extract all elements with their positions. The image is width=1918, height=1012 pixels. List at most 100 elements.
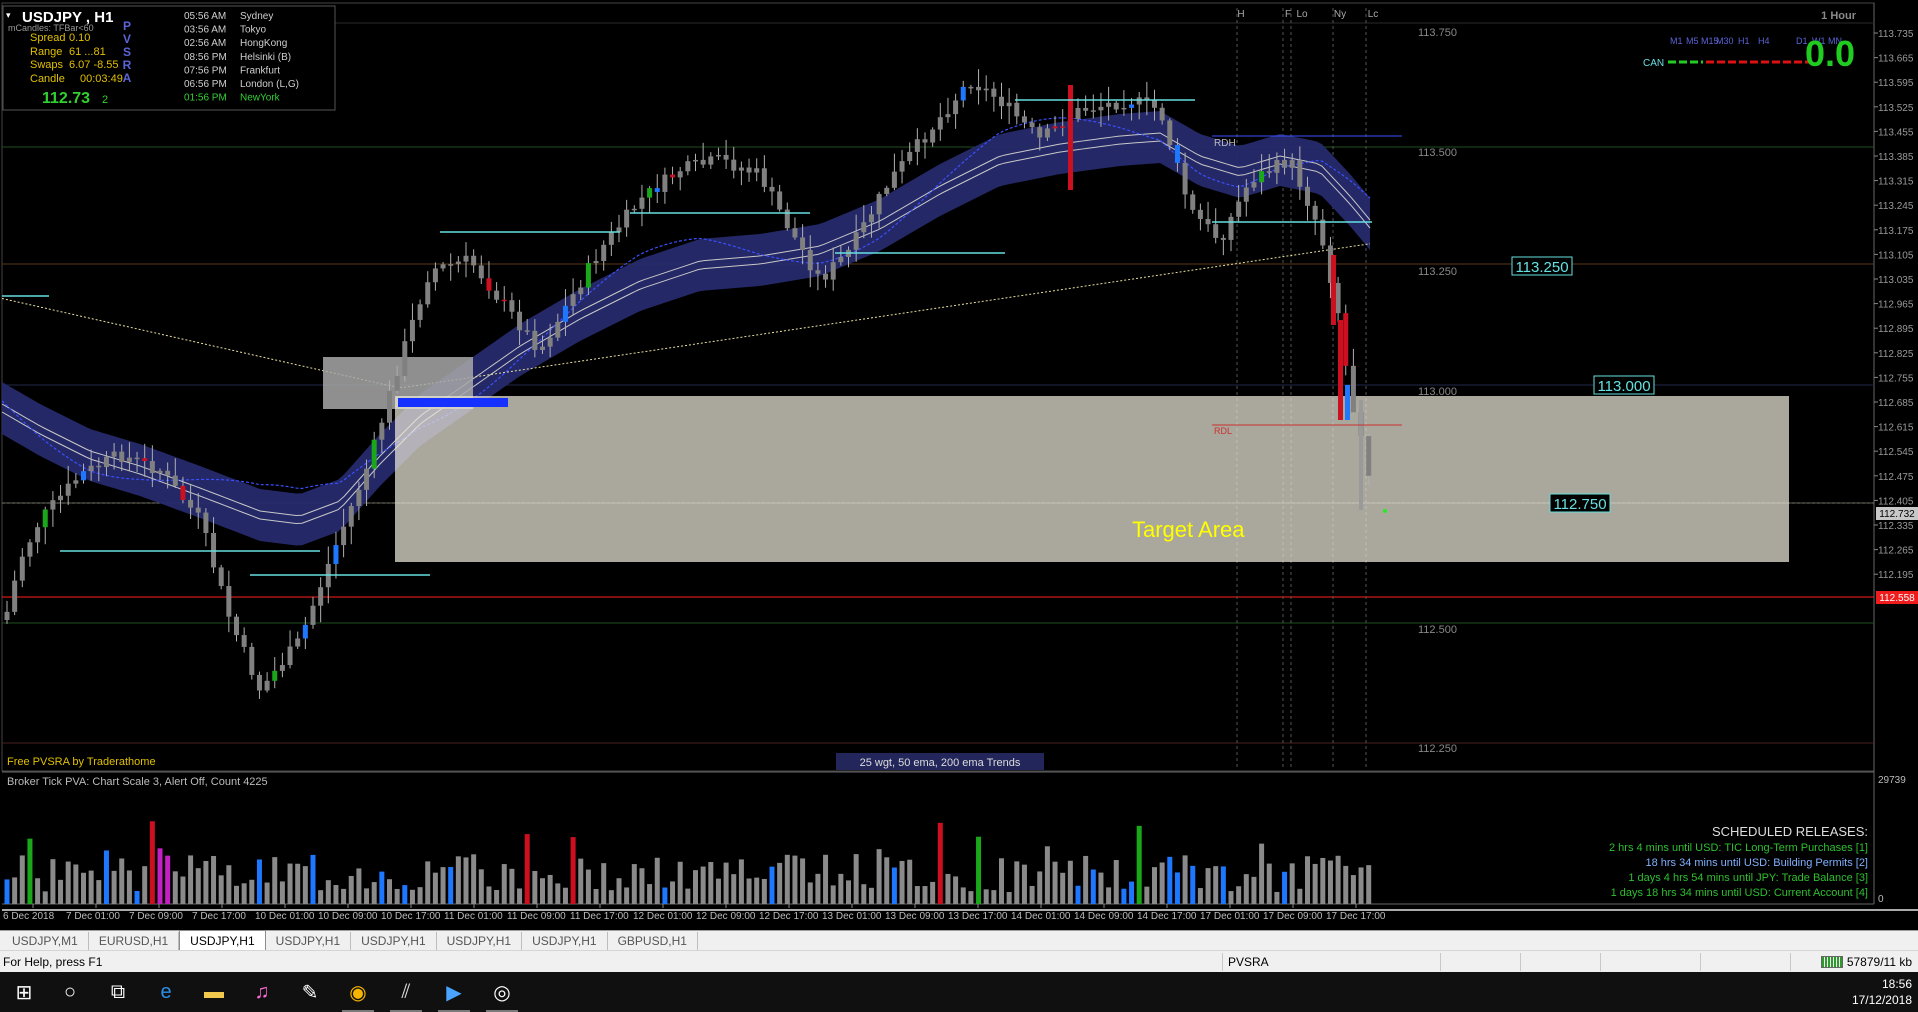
candle-body: [662, 174, 668, 192]
candle-body: [1331, 255, 1336, 325]
collapse-arrow-icon[interactable]: ▾: [6, 10, 11, 20]
candle-body: [960, 86, 966, 101]
task-view-icon[interactable]: ⧉: [94, 972, 142, 1012]
volume-bar: [1113, 860, 1119, 904]
candle-body: [983, 88, 989, 91]
candle-body: [670, 174, 676, 178]
candle-body: [341, 526, 347, 546]
candle-body: [234, 616, 239, 636]
volume-bar: [65, 861, 71, 904]
candle-body: [287, 646, 293, 666]
candle-body: [494, 290, 500, 300]
time-axis-label: 13 Dec 01:00: [822, 911, 882, 922]
candle-body: [807, 250, 813, 271]
itunes-icon[interactable]: ♫: [238, 972, 286, 1012]
candle-body: [1014, 102, 1020, 117]
candle-body: [853, 232, 859, 250]
volume-bar: [861, 884, 867, 904]
status-divider: [1790, 953, 1791, 971]
candle-body: [440, 264, 446, 269]
candle-body: [654, 188, 660, 192]
chart-tab-6[interactable]: USDJPY,H1: [437, 932, 523, 950]
round-number-label: 113.250: [1418, 266, 1457, 278]
footer-credit: Free PVSRA by Traderathome: [7, 756, 156, 768]
chart-tab-3[interactable]: USDJPY,H1: [179, 930, 266, 950]
candle-body: [907, 151, 913, 162]
round-number-label: 112.250: [1418, 743, 1457, 755]
price-axis-label: 112.545: [1878, 447, 1914, 458]
candle-body: [371, 439, 377, 469]
candle-body: [35, 527, 41, 543]
candle-body: [1167, 120, 1173, 146]
candle-body: [937, 117, 943, 130]
chrome-icon[interactable]: ◉: [334, 972, 382, 1012]
edge-browser-icon[interactable]: e: [142, 972, 190, 1012]
paint-icon[interactable]: ✎: [286, 972, 334, 1012]
chart-tab-4[interactable]: USDJPY,H1: [266, 932, 352, 950]
time-axis-label: 10 Dec 01:00: [255, 911, 315, 922]
time-axis-label: 17 Dec 09:00: [1263, 911, 1323, 922]
volume-bar: [203, 860, 209, 904]
price-chart[interactable]: H F Lo Ny Lc RDH RDL Broker Tick PVA: Chart S…: [0, 0, 1918, 930]
volume-bar: [953, 876, 959, 904]
volume-bar: [402, 885, 408, 904]
range-value: 61 ...81: [69, 46, 106, 58]
time-axis-label: 12 Dec 09:00: [696, 911, 756, 922]
volume-bar: [27, 838, 33, 904]
session-time: 02:56 AM: [184, 38, 226, 49]
volume-bar: [486, 886, 492, 904]
candle-body: [1121, 107, 1127, 110]
rdh-label: RDH: [1214, 138, 1236, 149]
file-explorer-icon[interactable]: ▬: [190, 972, 238, 1012]
chart-tab-1[interactable]: USDJPY,M1: [2, 932, 89, 950]
connection-status[interactable]: 57879/11 kb: [1820, 955, 1912, 969]
candle-body: [1182, 162, 1188, 195]
volume-bar: [501, 864, 507, 904]
metatrader-icon[interactable]: ⫽: [382, 972, 430, 1012]
chart-tab-7[interactable]: USDJPY,H1: [522, 932, 608, 950]
volume-bar: [172, 871, 178, 904]
volume-bar: [1167, 856, 1173, 904]
candle-body: [761, 168, 767, 187]
candle-body: [157, 470, 163, 474]
session-marker-f: F: [1285, 9, 1291, 20]
candle-body: [562, 305, 568, 322]
candle-timer: 00:03:49: [80, 73, 123, 85]
volume-bar: [784, 854, 790, 904]
candle-body: [50, 500, 56, 510]
scheduled-release-item: 18 hrs 34 mins until USD: Building Permi…: [1645, 857, 1868, 869]
volume-bar: [1343, 865, 1349, 904]
volume-bar: [547, 874, 553, 904]
volume-bar: [81, 872, 86, 904]
volume-bar: [1266, 863, 1272, 904]
media-player-icon[interactable]: ▶: [430, 972, 478, 1012]
volume-bar: [96, 880, 102, 904]
candle-body: [899, 161, 905, 172]
candle-body: [578, 287, 584, 295]
volume-bar: [211, 855, 217, 904]
candle-label: Candle: [30, 73, 65, 85]
volume-bar: [540, 878, 545, 904]
globe-app-icon[interactable]: ◎: [478, 972, 526, 1012]
metatrader-window: H F Lo Ny Lc RDH RDL Broker Tick PVA: Chart S…: [0, 0, 1918, 1012]
cortana-search-icon[interactable]: ○: [46, 972, 94, 1012]
candle-body: [19, 556, 25, 581]
price-axis-label: 113.385: [1878, 152, 1914, 163]
candle-body: [103, 456, 109, 468]
candle-body: [1029, 122, 1035, 128]
volume-bar: [1182, 855, 1188, 904]
chart-tab-5[interactable]: USDJPY,H1: [351, 932, 437, 950]
volume-bar: [930, 881, 936, 904]
chart-tab-2[interactable]: EURUSD,H1: [89, 932, 180, 950]
chart-tab-8[interactable]: GBPUSD,H1: [608, 932, 698, 950]
system-clock[interactable]: 18:56 17/12/2018: [1852, 976, 1912, 1008]
volume-bar: [937, 822, 943, 904]
candle-body: [792, 228, 798, 238]
candle-body: [409, 319, 415, 342]
help-text: For Help, press F1: [3, 955, 103, 969]
spread-value: 0.10: [69, 32, 90, 44]
volume-bar: [35, 878, 41, 904]
volume-bar: [1075, 885, 1081, 904]
windows-start-icon[interactable]: ⊞: [0, 972, 48, 1012]
candle-body: [876, 193, 882, 215]
